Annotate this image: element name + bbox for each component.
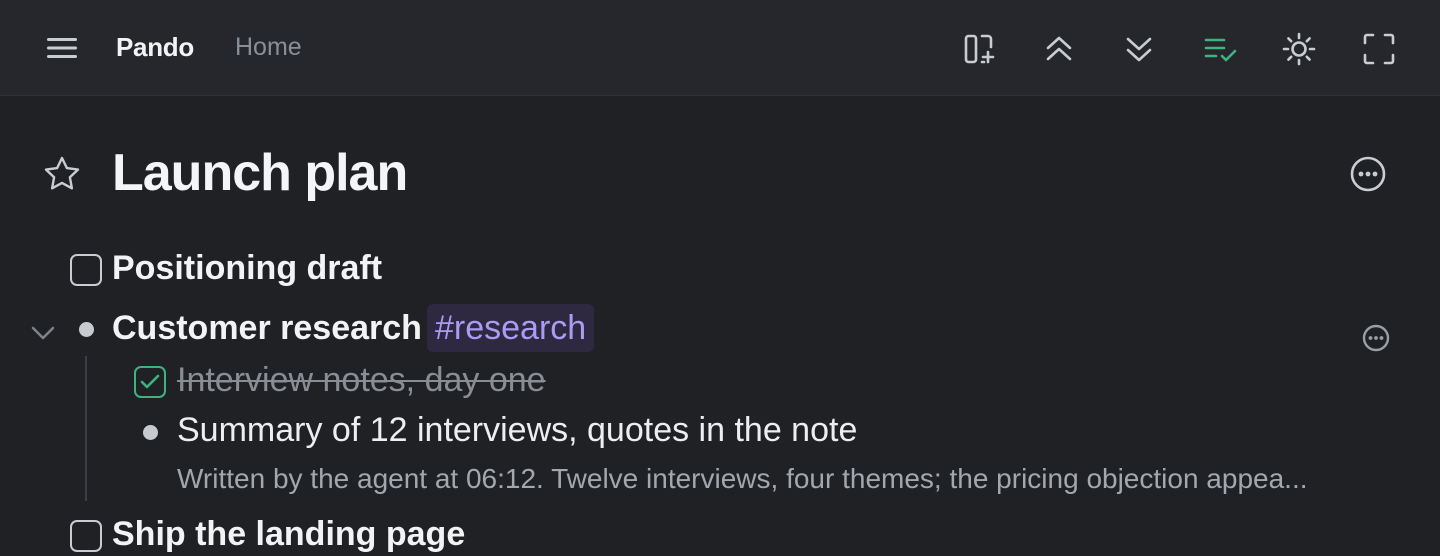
row-more-button[interactable] (1360, 322, 1392, 354)
more-horizontal-icon (1350, 156, 1386, 192)
item-positioning-draft[interactable]: Positioning draft (112, 249, 382, 288)
show-completed-icon (1204, 38, 1237, 62)
top-bar: Pando Home (0, 0, 1440, 96)
favorite-button[interactable] (40, 152, 84, 196)
show-completed-button[interactable] (1196, 26, 1240, 70)
hamburger-icon (47, 38, 77, 58)
todo-checkbox-checked[interactable] (134, 366, 166, 398)
child-thread-line (85, 356, 87, 501)
fullscreen-icon (1363, 33, 1395, 65)
theme-toggle-button[interactable] (1276, 26, 1320, 70)
fullscreen-button[interactable] (1356, 26, 1400, 70)
item-summary[interactable]: Summary of 12 interviews, quotes in the … (177, 411, 857, 450)
expand-all-button[interactable] (1116, 26, 1160, 70)
breadcrumb-home[interactable]: Home (235, 33, 302, 62)
item-note[interactable]: Written by the agent at 06:12. Twelve in… (177, 463, 1412, 495)
item-customer-research[interactable]: Customer research (112, 309, 422, 348)
todo-checkbox[interactable] (70, 254, 102, 286)
app-name[interactable]: Pando (116, 32, 194, 63)
collapse-all-icon (1046, 36, 1072, 61)
more-horizontal-icon (1362, 324, 1390, 352)
page-more-button[interactable] (1348, 154, 1388, 194)
tag-research[interactable]: #research (427, 304, 595, 352)
check-icon (140, 374, 160, 389)
item-ship-landing-page[interactable]: Ship the landing page (112, 515, 465, 554)
bullet-point[interactable] (143, 425, 158, 440)
expand-all-icon (1126, 37, 1152, 62)
add-panel-button[interactable] (956, 26, 1000, 70)
star-icon (44, 156, 80, 190)
sun-icon (1282, 32, 1316, 66)
bullet-point[interactable] (79, 322, 94, 337)
todo-checkbox[interactable] (70, 520, 102, 552)
page-title[interactable]: Launch plan (112, 143, 408, 203)
collapse-all-button[interactable] (1036, 26, 1080, 70)
item-interview-notes[interactable]: Interview notes, day one (177, 361, 546, 400)
chevron-down-icon (31, 326, 55, 340)
add-panel-icon (964, 34, 995, 64)
collapse-toggle[interactable] (28, 318, 58, 348)
menu-button[interactable] (42, 30, 82, 66)
